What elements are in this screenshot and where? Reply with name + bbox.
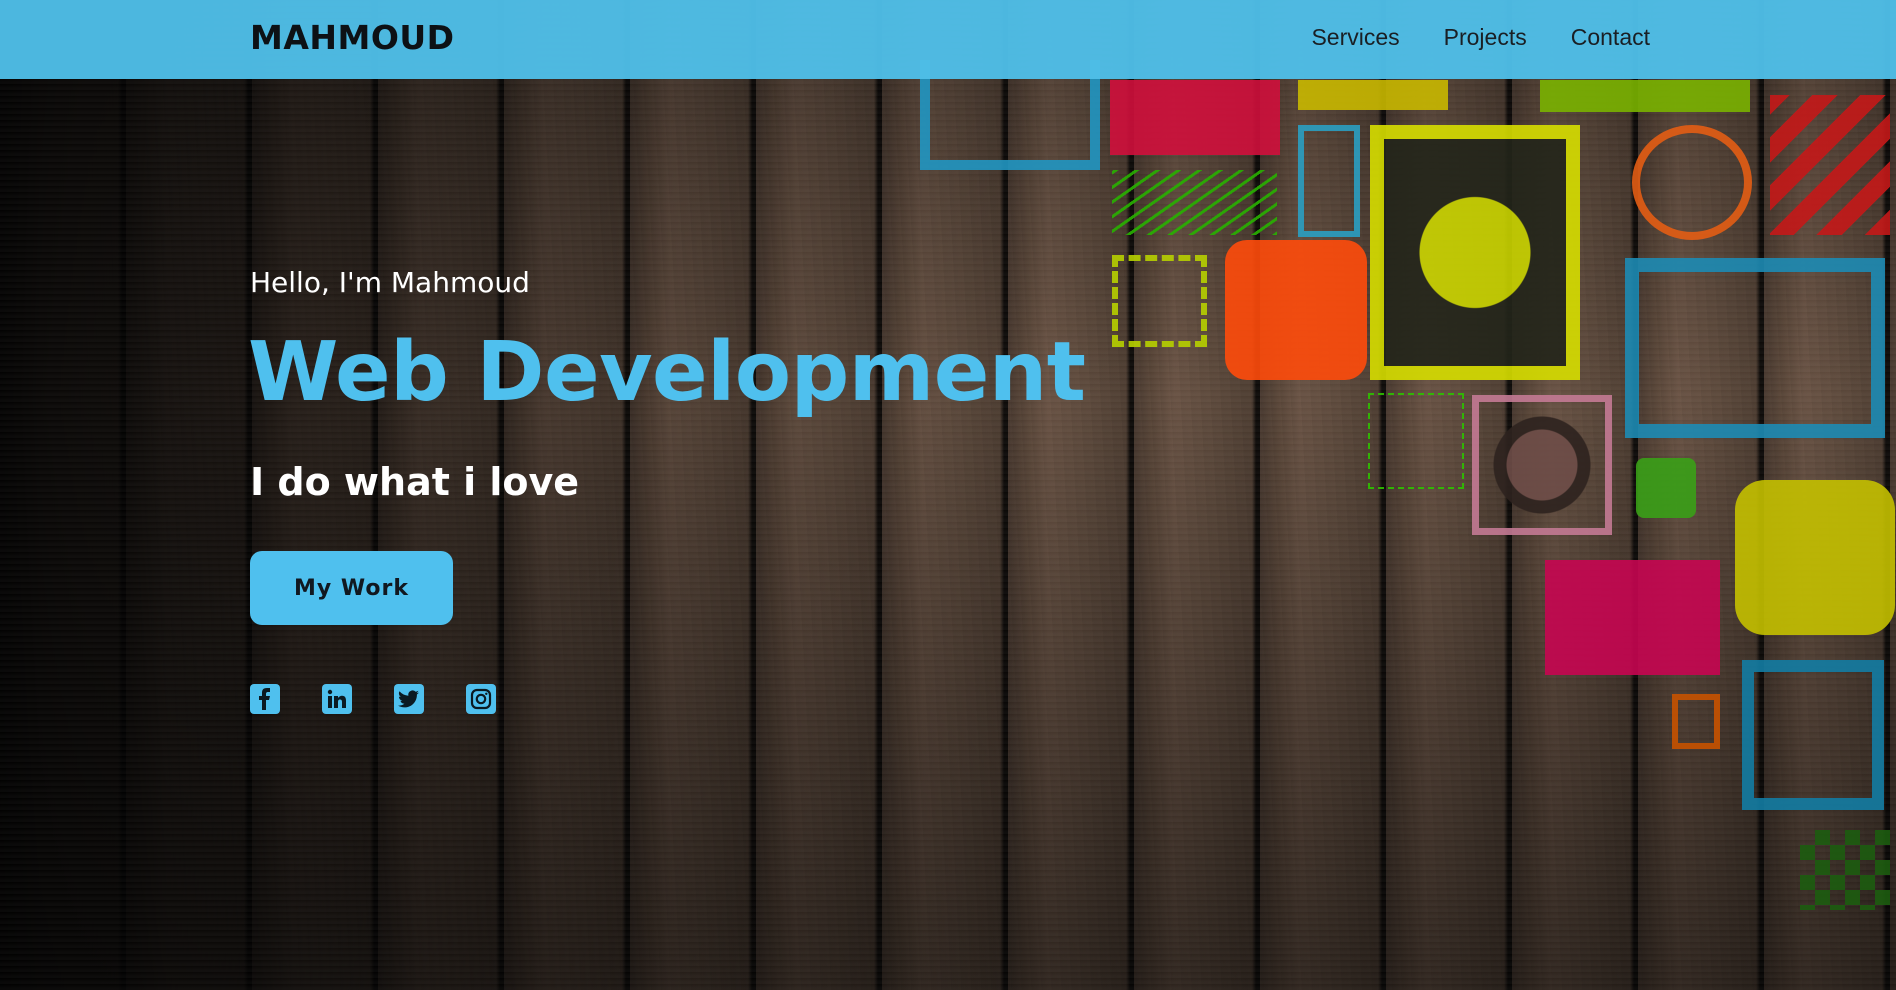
top-navbar: MAHMOUD Services Projects Contact	[0, 0, 1896, 79]
deco-yellow-ornament	[1370, 125, 1580, 380]
deco-green-strip	[1540, 80, 1750, 112]
deco-orange-block	[1225, 240, 1367, 380]
deco-green-square	[1636, 458, 1696, 518]
hero-greeting: Hello, I'm Mahmoud	[250, 266, 530, 299]
nav-contact[interactable]: Contact	[1571, 24, 1650, 51]
deco-blue-frame-2	[1625, 258, 1885, 438]
deco-red-stripes	[1770, 95, 1890, 235]
social-links	[250, 684, 496, 714]
deco-blue-frame-3	[1742, 660, 1884, 810]
deco-green-hatch	[1112, 170, 1277, 235]
nav-services[interactable]: Services	[1311, 24, 1399, 51]
deco-yellow-strip	[1298, 80, 1448, 110]
hero-title: Web Development	[248, 325, 1086, 420]
brand-logo[interactable]: MAHMOUD	[250, 18, 455, 57]
deco-orange-outline	[1672, 694, 1720, 749]
deco-orange-flower	[1632, 125, 1752, 240]
my-work-button[interactable]: My Work	[250, 551, 453, 625]
instagram-icon[interactable]	[466, 684, 496, 714]
twitter-icon[interactable]	[394, 684, 424, 714]
deco-magenta-bubble	[1545, 560, 1720, 675]
deco-red-tile	[1110, 80, 1280, 155]
facebook-icon[interactable]	[250, 684, 280, 714]
hero-tagline: I do what i love	[250, 460, 580, 504]
deco-pink-tile	[1472, 395, 1612, 535]
linkedin-icon[interactable]	[322, 684, 352, 714]
nav-projects[interactable]: Projects	[1444, 24, 1527, 51]
deco-envelope-tile	[1298, 125, 1360, 237]
deco-green-checker	[1800, 830, 1890, 910]
deco-yellow-phone	[1735, 480, 1895, 635]
main-nav: Services Projects Contact	[1311, 24, 1650, 51]
deco-green-dashed	[1368, 393, 1464, 489]
deco-yellow-ornament-small	[1112, 255, 1207, 347]
